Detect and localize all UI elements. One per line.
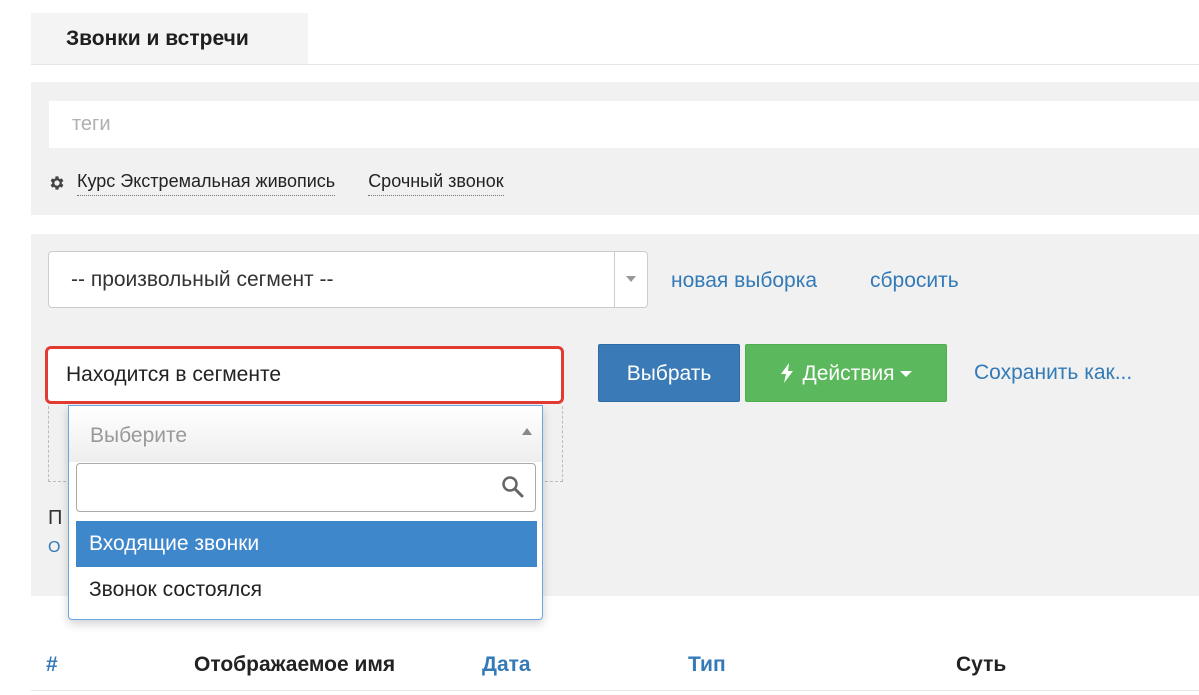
chevron-up-icon: [522, 428, 532, 435]
tags-panel: теги Курс Экстремальная живопись Срочный…: [31, 82, 1199, 215]
tags-row: Курс Экстремальная живопись Срочный звон…: [48, 170, 537, 196]
column-date[interactable]: Дата: [482, 640, 531, 690]
tags-input[interactable]: теги: [49, 101, 1199, 148]
tag-link[interactable]: Срочный звонок: [368, 171, 504, 196]
select-button[interactable]: Выбрать: [598, 344, 740, 402]
segment-select-value: -- произвольный сегмент --: [71, 268, 334, 291]
reset-link[interactable]: сбросить: [870, 269, 959, 293]
actions-button-label: Действия: [802, 362, 895, 385]
segment-dropdown: Выберите Входящие звонки Звонок состоялс…: [68, 405, 543, 620]
save-as-link[interactable]: Сохранить как...: [974, 361, 1132, 385]
gear-icon[interactable]: [48, 174, 66, 192]
tag-link[interactable]: Курс Экстремальная живопись: [77, 171, 336, 196]
dropdown-search-input[interactable]: [76, 463, 536, 512]
dropdown-option[interactable]: Входящие звонки: [76, 521, 537, 567]
bolt-icon: [780, 345, 794, 403]
table-header: # Отображаемое имя Дата Тип Суть: [31, 640, 1199, 691]
condition-field[interactable]: Находится в сегменте: [45, 346, 564, 404]
partial-text: П: [48, 507, 63, 529]
dropdown-header[interactable]: Выберите: [69, 406, 542, 462]
dropdown-option[interactable]: Звонок состоялся: [76, 567, 537, 613]
column-number[interactable]: #: [46, 640, 58, 690]
tab-calls-meetings[interactable]: Звонки и встречи: [31, 13, 308, 64]
dropdown-placeholder: Выберите: [90, 424, 188, 447]
column-essence: Суть: [956, 653, 1007, 676]
caret-down-icon: [899, 371, 912, 378]
partial-link[interactable]: О: [48, 539, 60, 557]
column-display-name: Отображаемое имя: [194, 653, 396, 676]
column-type[interactable]: Тип: [688, 640, 726, 690]
chevron-down-icon[interactable]: [614, 252, 647, 307]
new-selection-link[interactable]: новая выборка: [671, 269, 817, 293]
actions-button[interactable]: Действия: [745, 344, 947, 402]
segment-select[interactable]: -- произвольный сегмент --: [48, 251, 648, 308]
search-icon: [502, 476, 524, 498]
